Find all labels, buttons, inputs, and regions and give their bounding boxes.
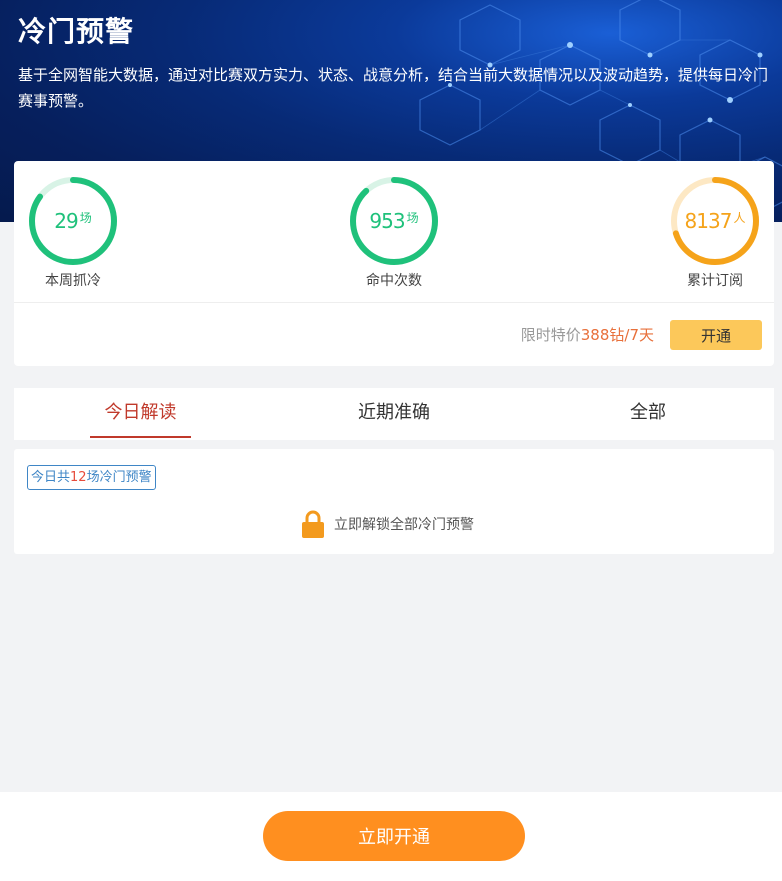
- stat-value: 8137: [684, 209, 733, 233]
- stat-label: 命中次数: [366, 273, 422, 289]
- footer-bar: 立即开通: [0, 792, 782, 881]
- promo-price: 限时特价388钻/7天: [521, 325, 654, 345]
- unlock-all-link[interactable]: 立即解锁全部冷门预警: [302, 509, 474, 539]
- stat-label: 累计订阅: [687, 273, 743, 289]
- content-card: 今日共12场冷门预警 立即解锁全部冷门预警: [14, 449, 774, 554]
- page-title: 冷门预警: [18, 15, 135, 48]
- today-count: 12: [70, 470, 87, 485]
- open-subscription-button[interactable]: 开通: [670, 320, 762, 350]
- stat-weekly-upsets: 29 场 本周抓冷: [18, 175, 128, 290]
- stat-value: 953: [369, 209, 405, 233]
- stat-unit: 场: [406, 210, 419, 225]
- promo-prefix: 限时特价: [520, 326, 581, 344]
- stat-unit: 场: [79, 210, 92, 225]
- today-count-badge: 今日共12场冷门预警: [27, 465, 156, 490]
- divider: [14, 302, 774, 303]
- tab-today[interactable]: 今日解读: [90, 388, 191, 440]
- stat-unit: 人: [733, 210, 746, 225]
- promo-price-value: 388钻/7天: [580, 326, 654, 344]
- tab-bar: 今日解读 近期准确 全部: [14, 388, 774, 440]
- stats-card: 29 场 本周抓冷 953 场 命中次数 8137 人 累计订阅 限时特价388…: [14, 161, 774, 366]
- stat-hit-count: 953 场 命中次数: [339, 175, 449, 290]
- page-description: 基于全网智能大数据，通过对比赛双方实力、状态、战意分析，结合当前大数据情况以及波…: [18, 66, 769, 110]
- unlock-text: 立即解锁全部冷门预警: [334, 517, 474, 533]
- tab-all[interactable]: 全部: [608, 388, 688, 440]
- active-tab-indicator: [90, 436, 191, 438]
- lock-icon: [302, 510, 324, 538]
- tab-recent-accuracy[interactable]: 近期准确: [344, 388, 444, 440]
- subscribe-now-button[interactable]: 立即开通: [263, 811, 525, 861]
- stat-label: 本周抓冷: [45, 273, 101, 289]
- stat-total-subscribers: 8137 人 累计订阅: [660, 175, 770, 290]
- stat-value: 29: [54, 209, 78, 233]
